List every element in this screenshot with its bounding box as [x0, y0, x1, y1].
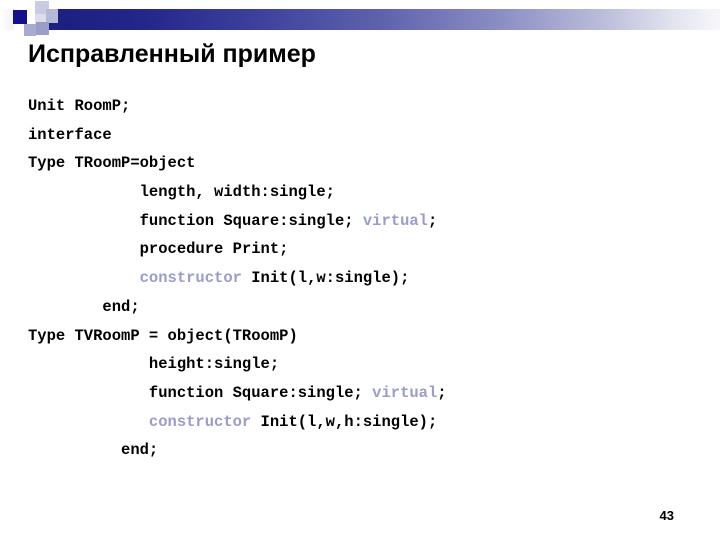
- code-line: end;: [28, 436, 698, 465]
- code-text: ;: [428, 211, 438, 230]
- code-text: procedure Print;: [139, 240, 289, 259]
- code-line: constructor Init(l,w,h:single);: [28, 408, 698, 437]
- code-line: Type TRoomP=object: [28, 149, 698, 178]
- code-text: Init(l,w:single);: [241, 269, 410, 288]
- code-keyword: virtual: [362, 211, 428, 230]
- decorative-square-light-icon: [46, 9, 58, 23]
- slide-header-decoration: [0, 0, 720, 40]
- decorative-square-navy-icon: [13, 10, 27, 24]
- code-text: Type TRoomP=object: [28, 154, 196, 173]
- code-text: Type TVRoomP = object(TRoomP): [28, 326, 298, 345]
- decorative-square-periwinkle-left-icon: [24, 24, 36, 36]
- code-text: function Square:single;: [148, 383, 373, 402]
- code-keyword: constructor: [148, 412, 252, 431]
- code-text: Unit RoomP;: [28, 97, 131, 115]
- code-text: length, width:single;: [139, 183, 335, 202]
- code-text: Init(l,w,h:single);: [251, 412, 438, 431]
- code-text: end;: [102, 297, 140, 316]
- code-line: length, width:single;: [28, 178, 698, 207]
- code-text: interface: [28, 125, 112, 144]
- code-text: end;: [121, 441, 159, 460]
- code-keyword: virtual: [372, 383, 438, 402]
- code-text: height:single;: [148, 355, 280, 374]
- code-line: interface: [28, 121, 698, 150]
- code-line: constructor Init(l,w:single);: [28, 264, 698, 293]
- code-line: function Square:single; virtual;: [28, 379, 698, 408]
- code-line: height:single;: [28, 350, 698, 379]
- header-fade-strip: [0, 9, 14, 30]
- page-number: 43: [659, 508, 674, 523]
- code-keyword: constructor: [139, 269, 242, 288]
- code-text: function Square:single;: [139, 211, 363, 230]
- code-line: procedure Print;: [28, 235, 698, 264]
- decorative-square-periwinkle-right-icon: [36, 22, 49, 35]
- header-gradient-bar: [48, 9, 720, 30]
- code-line: end;: [28, 293, 698, 322]
- code-line: function Square:single; virtual;: [28, 207, 698, 236]
- code-line: Unit RoomP;: [28, 92, 698, 121]
- page-title: Исправленный пример: [28, 40, 316, 68]
- code-text: ;: [437, 383, 447, 402]
- code-listing: Unit RoomP; interface Type TRoomP=object l…: [28, 92, 698, 465]
- code-line: Type TVRoomP = object(TRoomP): [28, 322, 698, 351]
